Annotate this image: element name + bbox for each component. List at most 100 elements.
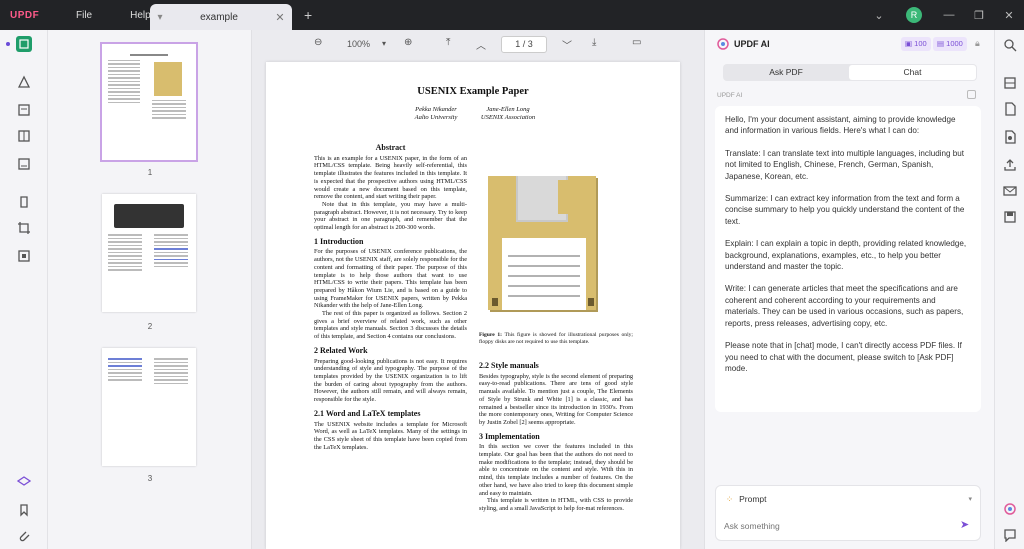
- thumbnail-page-1[interactable]: [100, 42, 198, 162]
- message-paragraph: Summarize: I can extract key information…: [725, 194, 965, 226]
- protect-icon[interactable]: [16, 194, 32, 210]
- tab-chat[interactable]: Chat: [849, 65, 976, 80]
- thumbnail-number: 1: [147, 168, 153, 177]
- page-tools-icon[interactable]: [16, 248, 32, 264]
- window-controls: ⌄ R — ❐ ✕: [864, 0, 1024, 30]
- floppy-disk-figure: [488, 176, 598, 312]
- ai-message: Hello, I'm your document assistant, aimi…: [715, 106, 981, 412]
- protect-icon[interactable]: [1003, 130, 1017, 144]
- figure-caption-label: Figure 1:: [479, 332, 502, 338]
- page-separator: /: [522, 39, 526, 49]
- send-icon[interactable]: ➤: [960, 518, 969, 531]
- comment-icon[interactable]: [16, 74, 32, 90]
- first-page-icon[interactable]: ⤒: [446, 37, 450, 48]
- thumbnail-page-3[interactable]: [102, 348, 196, 466]
- right-toolbar: [994, 30, 1024, 549]
- convert-pdf-icon[interactable]: [1003, 102, 1017, 116]
- chevron-down-icon[interactable]: ⌄: [864, 9, 894, 22]
- ai-assistant-icon[interactable]: [1003, 502, 1017, 516]
- share-icon[interactable]: [1003, 158, 1017, 172]
- close-window-icon[interactable]: ✕: [994, 9, 1024, 22]
- left-column: Abstract This is an example for a USENIX…: [314, 144, 467, 451]
- credits-1: 100: [914, 39, 927, 48]
- credits-badge-2[interactable]: ▤ 1000: [933, 37, 967, 51]
- zoom-dropdown-icon[interactable]: ▾: [382, 39, 386, 48]
- zoom-out-icon[interactable]: ⊖: [314, 37, 322, 48]
- organize-icon[interactable]: [16, 128, 32, 144]
- message-sender: UPDF AI: [717, 92, 743, 99]
- zoom-level[interactable]: 100%: [347, 39, 370, 49]
- layers-icon[interactable]: [16, 474, 32, 490]
- abstract-heading: Abstract: [375, 143, 406, 152]
- last-page-icon[interactable]: ⤓: [592, 37, 596, 48]
- avatar[interactable]: R: [906, 7, 922, 23]
- attachment-icon[interactable]: [16, 528, 32, 544]
- chat-input-box: ⁘ Prompt ▾ ➤: [715, 485, 981, 541]
- message-paragraph: Write: I can generate articles that meet…: [725, 284, 964, 328]
- thumbnail-number: 3: [147, 474, 153, 483]
- restore-icon[interactable]: ❐: [964, 9, 994, 22]
- body-paragraph: Besides typography, style is the second …: [479, 372, 633, 426]
- active-indicator-icon: [6, 42, 10, 46]
- author-1-org: Aalto University: [414, 114, 458, 121]
- section-heading: 2 Related Work: [314, 345, 368, 355]
- credits-badge-1[interactable]: ▣ 100: [901, 37, 931, 51]
- copy-icon[interactable]: [967, 90, 976, 99]
- author-2-name: Jane-Ellen Long: [486, 106, 530, 113]
- ocr-icon[interactable]: [1003, 76, 1017, 90]
- next-page-icon[interactable]: ﹀: [562, 37, 572, 52]
- chat-input[interactable]: [724, 518, 944, 534]
- thumbnail-page-2[interactable]: [102, 194, 196, 312]
- body-paragraph: In this section we cover the features in…: [479, 443, 633, 497]
- save-icon[interactable]: [1003, 210, 1017, 224]
- updf-ai-icon: [717, 38, 729, 50]
- tab-label: example: [200, 11, 238, 23]
- edit-icon[interactable]: [16, 102, 32, 118]
- convert-icon[interactable]: [16, 156, 32, 172]
- zoom-in-icon[interactable]: ⊕: [404, 37, 412, 48]
- crop-icon[interactable]: [16, 220, 32, 236]
- section-heading: 2.2 Style manuals: [479, 361, 539, 370]
- author-2: Jane-Ellen Long USENIX Association: [470, 106, 546, 122]
- bookmark-icon[interactable]: [16, 502, 32, 518]
- view-toolbar: ⊖ 100% ▾ ⊕ ⤒ ︿ 1 / 3 ﹀ ⤓ ▭: [252, 30, 704, 58]
- document-tab[interactable]: ▾ example ✕: [150, 4, 292, 30]
- author-1: Pekka Nikander Aalto University: [406, 106, 466, 122]
- minimize-icon[interactable]: —: [934, 9, 964, 21]
- section-heading: 2.1 Word and LaTeX templates: [314, 408, 421, 418]
- presentation-icon[interactable]: ▭: [632, 37, 641, 48]
- ai-mode-switch: Ask PDF Chat: [723, 64, 977, 81]
- ai-panel: UPDF AI ▣ 100 ▤ 1000 🔒︎ Ask PDF Chat UPD…: [704, 30, 994, 549]
- lock-icon[interactable]: 🔒︎: [975, 38, 980, 49]
- abstract-paragraph: Note that in this template, you may have…: [314, 200, 467, 232]
- prompt-selector[interactable]: ⁘ Prompt ▾: [726, 492, 972, 506]
- figure-caption-text: This figure is showed for illustrational…: [479, 332, 633, 345]
- chat-bubble-icon[interactable]: [1003, 528, 1017, 542]
- reader-icon[interactable]: [16, 36, 32, 52]
- new-tab-icon[interactable]: +: [304, 7, 312, 23]
- credits-2: 1000: [946, 39, 963, 48]
- message-paragraph: Explain: I can explain a topic in depth,…: [725, 239, 967, 272]
- message-paragraph: Hello, I'm your document assistant, aimi…: [725, 115, 956, 136]
- pdf-page: USENIX Example Paper Pekka Nikander Aalt…: [266, 62, 680, 549]
- document-view: ⊖ 100% ▾ ⊕ ⤒ ︿ 1 / 3 ﹀ ⤓ ▭ USENIX Exampl…: [252, 30, 704, 549]
- thumbnail-number: 2: [147, 322, 153, 331]
- search-icon[interactable]: [1003, 38, 1017, 52]
- close-tab-icon[interactable]: ✕: [268, 11, 292, 24]
- prompt-dropdown-icon: ▾: [968, 496, 972, 503]
- previous-page-icon[interactable]: ︿: [476, 37, 486, 52]
- ai-title: UPDF AI: [734, 39, 770, 49]
- email-icon[interactable]: [1003, 184, 1017, 198]
- right-column: 2.2 Style manuals Besides typography, st…: [479, 362, 633, 513]
- tab-ask-pdf[interactable]: Ask PDF: [723, 64, 849, 81]
- ai-header: UPDF AI: [717, 38, 770, 50]
- message-paragraph: Translate: I can translate text into mul…: [725, 148, 965, 181]
- body-paragraph: The USENIX website includes a template f…: [314, 420, 467, 451]
- current-page: 1: [515, 39, 521, 49]
- app-logo: UPDF: [10, 9, 40, 21]
- tab-dropdown-icon[interactable]: ▾: [150, 12, 170, 23]
- total-pages: 3: [527, 39, 533, 49]
- menu-file[interactable]: File: [60, 10, 108, 21]
- body-paragraph: This template is written in HTML, with C…: [479, 497, 633, 512]
- page-number-input[interactable]: 1 / 3: [501, 36, 547, 53]
